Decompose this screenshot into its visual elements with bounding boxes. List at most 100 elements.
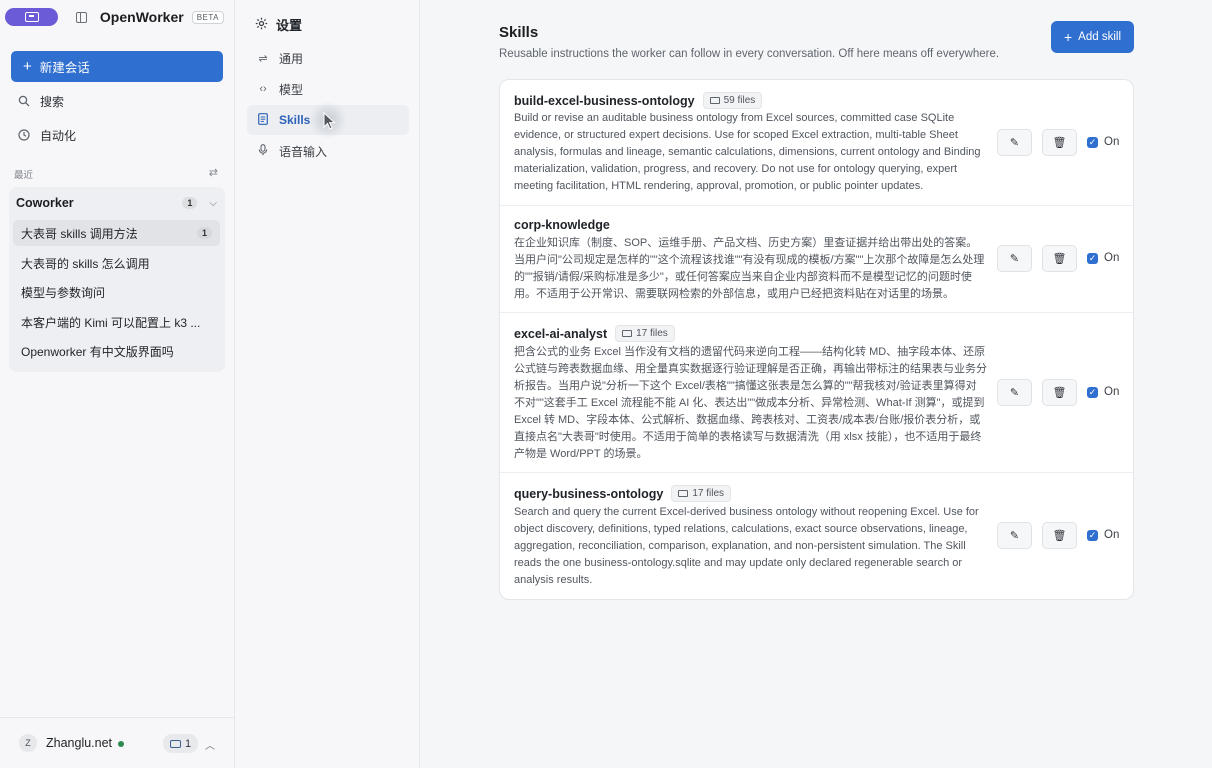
inbox-button[interactable]: 1: [163, 734, 199, 753]
new-chat-button[interactable]: + 新建会话: [11, 51, 223, 82]
beta-badge: BETA: [191, 10, 224, 24]
plus-icon: +: [1063, 29, 1073, 45]
checkbox-checked-icon: ✓: [1087, 529, 1098, 541]
checkbox-checked-icon: ✓: [1087, 252, 1098, 264]
skills-page: Skills Reusable instructions the worker …: [420, 0, 1212, 768]
skill-header: excel-ai-analyst 17 files: [514, 325, 675, 342]
workspace-switcher-button[interactable]: [5, 8, 59, 26]
conversation-title: 本客户端的 Kimi 可以配置上 k3 ...: [21, 315, 201, 330]
sidebar: OpenWorker BETA + 新建会话 搜索 自动化 最近 ⇄ Cowor…: [0, 0, 235, 768]
inbox-icon: [170, 739, 181, 748]
trash-icon: 🗑: [1052, 387, 1067, 399]
user-bar: Z Zhanglu.net 1 ︿: [0, 717, 235, 768]
sidebar-toggle-icon[interactable]: [76, 11, 87, 23]
trash-icon: 🗑: [1052, 137, 1067, 149]
new-chat-label: 新建会话: [39, 61, 90, 75]
conversation-group: Coworker 1 ⌵ 大表哥 skills 调用方法 1 大表哥的 skil…: [9, 187, 225, 372]
conversation-item[interactable]: 大表哥 skills 调用方法 1: [13, 220, 220, 246]
settings-nav-label: 模型: [279, 82, 304, 97]
skill-enabled-toggle[interactable]: ✓ On: [1087, 529, 1119, 541]
skill-enabled-toggle[interactable]: ✓ On: [1087, 386, 1119, 398]
pencil-icon: ✎: [1009, 137, 1020, 149]
code-icon: ‹›: [259, 83, 267, 95]
delete-skill-button[interactable]: 🗑: [1042, 522, 1077, 549]
trash-icon: 🗑: [1052, 530, 1067, 542]
recent-section-label: 最近: [14, 170, 34, 181]
pencil-icon: ✎: [1009, 530, 1020, 542]
plus-icon: +: [23, 58, 32, 75]
settings-nav-label: Skills: [279, 113, 311, 127]
edit-skill-button[interactable]: ✎: [997, 129, 1032, 156]
microphone-icon: [256, 143, 270, 159]
sidebar-top-row: OpenWorker BETA: [5, 5, 224, 29]
conversation-item[interactable]: 模型与参数询问: [13, 279, 220, 305]
skill-enabled-toggle[interactable]: ✓ On: [1087, 252, 1119, 264]
skills-list: build-excel-business-ontology 59 files B…: [499, 79, 1134, 600]
skill-name: excel-ai-analyst: [514, 326, 608, 341]
files-badge[interactable]: 17 files: [671, 485, 732, 502]
page-title: Skills: [499, 24, 539, 41]
search-nav-item[interactable]: 搜索: [18, 92, 64, 110]
skill-name: corp-knowledge: [514, 218, 610, 232]
conversation-item[interactable]: 大表哥的 skills 怎么调用: [13, 250, 220, 276]
settings-nav-models[interactable]: ‹› 模型: [247, 74, 409, 104]
settings-nav-voice[interactable]: 语音输入: [247, 136, 409, 166]
swap-icon[interactable]: ⇄: [209, 166, 218, 179]
settings-nav-general[interactable]: ⇌ 通用: [247, 43, 409, 73]
toggle-label: On: [1104, 529, 1120, 541]
conversation-title: 大表哥的 skills 怎么调用: [21, 256, 150, 271]
skill-row: excel-ai-analyst 17 files 把含公式的业务 Excel …: [500, 313, 1133, 473]
user-name[interactable]: Zhanglu.net: [46, 736, 112, 750]
skill-enabled-toggle[interactable]: ✓ On: [1087, 136, 1119, 148]
search-label: 搜索: [40, 94, 65, 109]
files-count: 17 files: [636, 328, 668, 339]
conversation-item[interactable]: Openworker 有中文版界面吗: [13, 338, 220, 364]
online-status-dot: [118, 741, 124, 747]
delete-skill-button[interactable]: 🗑: [1042, 245, 1077, 272]
document-icon: [256, 112, 270, 128]
files-count: 17 files: [692, 488, 725, 499]
settings-gear-icon: [255, 17, 268, 33]
pencil-icon: ✎: [1009, 387, 1020, 399]
pencil-icon: ✎: [1009, 253, 1020, 265]
search-icon: [18, 95, 30, 107]
avatar[interactable]: Z: [19, 734, 37, 752]
edit-skill-button[interactable]: ✎: [997, 245, 1032, 272]
skill-description: 把含公式的业务 Excel 当作没有文档的遗留代码来逆向工程——结构化转 MD、…: [514, 346, 987, 460]
settings-nav-label: 通用: [279, 51, 304, 66]
delete-skill-button[interactable]: 🗑: [1042, 129, 1077, 156]
automation-nav-item[interactable]: 自动化: [18, 126, 76, 144]
skill-header: corp-knowledge: [514, 218, 610, 232]
files-badge[interactable]: 59 files: [702, 92, 763, 109]
files-badge[interactable]: 17 files: [615, 325, 675, 342]
settings-nav-label: 语音输入: [279, 144, 328, 159]
clock-icon: [18, 129, 30, 141]
checkbox-checked-icon: ✓: [1087, 386, 1098, 398]
app-brand: OpenWorker: [99, 9, 184, 25]
skill-name: query-business-ontology: [514, 486, 664, 501]
edit-skill-button[interactable]: ✎: [997, 379, 1032, 406]
conversation-item[interactable]: 本客户端的 Kimi 可以配置上 k3 ...: [13, 309, 220, 335]
add-skill-label: Add skill: [1078, 31, 1121, 43]
trash-icon: 🗑: [1052, 253, 1067, 265]
chevron-down-icon: ⌵: [209, 197, 217, 209]
toggle-label: On: [1104, 252, 1120, 264]
folder-icon: [709, 97, 720, 104]
group-name: Coworker: [16, 196, 74, 210]
delete-skill-button[interactable]: 🗑: [1042, 379, 1077, 406]
conversation-title: 大表哥 skills 调用方法: [21, 226, 138, 241]
mouse-cursor-icon: [323, 112, 336, 130]
conversation-title: 模型与参数询问: [21, 285, 106, 300]
conversation-title: Openworker 有中文版界面吗: [21, 344, 174, 359]
group-header[interactable]: Coworker 1 ⌵: [16, 195, 217, 211]
page-subtitle: Reusable instructions the worker can fol…: [499, 48, 1000, 60]
group-count-badge: 1: [182, 197, 198, 209]
toggle-label: On: [1104, 136, 1120, 148]
skill-description: Build or revise an auditable business on…: [514, 112, 981, 192]
edit-skill-button[interactable]: ✎: [997, 522, 1032, 549]
skill-row: corp-knowledge 在企业知识库（制度、SOP、运维手册、产品文档、历…: [500, 206, 1133, 313]
skill-row: query-business-ontology 17 files Search …: [500, 473, 1133, 599]
folder-icon: [678, 490, 689, 497]
add-skill-button[interactable]: + Add skill: [1051, 21, 1134, 53]
chevron-up-icon[interactable]: ︿: [205, 737, 215, 752]
